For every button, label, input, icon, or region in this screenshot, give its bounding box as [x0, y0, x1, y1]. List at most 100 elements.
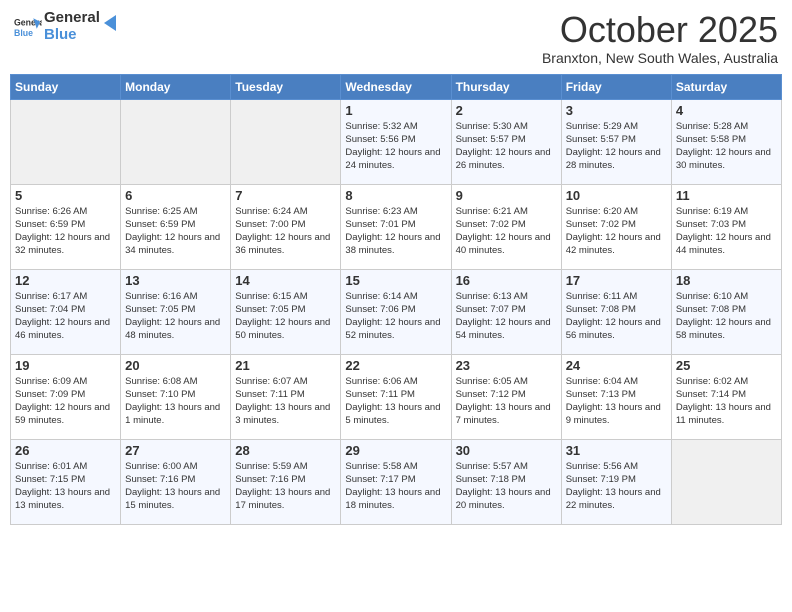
location: Branxton, New South Wales, Australia	[542, 50, 778, 66]
day-number: 21	[235, 358, 336, 373]
day-number: 18	[676, 273, 777, 288]
day-cell: 24Sunrise: 6:04 AMSunset: 7:13 PMDayligh…	[561, 354, 671, 439]
day-number: 31	[566, 443, 667, 458]
day-number: 23	[456, 358, 557, 373]
title-block: October 2025 Branxton, New South Wales, …	[542, 10, 778, 66]
day-cell: 30Sunrise: 5:57 AMSunset: 7:18 PMDayligh…	[451, 439, 561, 524]
day-info: Sunrise: 5:58 AMSunset: 7:17 PMDaylight:…	[345, 460, 446, 513]
svg-text:Blue: Blue	[14, 27, 33, 37]
day-cell: 9Sunrise: 6:21 AMSunset: 7:02 PMDaylight…	[451, 184, 561, 269]
day-info: Sunrise: 5:28 AMSunset: 5:58 PMDaylight:…	[676, 120, 777, 173]
day-number: 2	[456, 103, 557, 118]
day-number: 29	[345, 443, 446, 458]
day-number: 12	[15, 273, 116, 288]
calendar-table: SundayMondayTuesdayWednesdayThursdayFrid…	[10, 74, 782, 525]
day-number: 8	[345, 188, 446, 203]
day-number: 27	[125, 443, 226, 458]
logo: General Blue General Blue	[14, 10, 124, 43]
day-cell: 2 Sunrise: 5:30 AMSunset: 5:57 PMDaylight…	[451, 99, 561, 184]
day-info: Sunrise: 6:26 AMSunset: 6:59 PMDaylight:…	[15, 205, 116, 258]
day-info: Sunrise: 6:19 AMSunset: 7:03 PMDaylight:…	[676, 205, 777, 258]
logo-arrow-icon	[104, 13, 124, 33]
day-number: 11	[676, 188, 777, 203]
weekday-header-wednesday: Wednesday	[341, 74, 451, 99]
day-cell: 28Sunrise: 5:59 AMSunset: 7:16 PMDayligh…	[231, 439, 341, 524]
weekday-header-monday: Monday	[121, 74, 231, 99]
weekday-header-sunday: Sunday	[11, 74, 121, 99]
month-title: October 2025	[542, 10, 778, 50]
day-info: Sunrise: 6:09 AMSunset: 7:09 PMDaylight:…	[15, 375, 116, 428]
day-number: 17	[566, 273, 667, 288]
weekday-header-thursday: Thursday	[451, 74, 561, 99]
day-cell: 18 Sunrise: 6:10 AMSunset: 7:08 PMDayligh…	[671, 269, 781, 354]
day-cell	[121, 99, 231, 184]
day-info: Sunrise: 6:20 AMSunset: 7:02 PMDaylight:…	[566, 205, 667, 258]
day-cell: 3Sunrise: 5:29 AMSunset: 5:57 PMDaylight…	[561, 99, 671, 184]
day-cell: 21Sunrise: 6:07 AMSunset: 7:11 PMDayligh…	[231, 354, 341, 439]
day-info: Sunrise: 6:23 AMSunset: 7:01 PMDaylight:…	[345, 205, 446, 258]
day-number: 4	[676, 103, 777, 118]
day-info: Sunrise: 6:00 AMSunset: 7:16 PMDaylight:…	[125, 460, 226, 513]
day-cell: 26Sunrise: 6:01 AMSunset: 7:15 PMDayligh…	[11, 439, 121, 524]
day-number: 28	[235, 443, 336, 458]
day-cell	[671, 439, 781, 524]
day-info: Sunrise: 6:17 AMSunset: 7:04 PMDaylight:…	[15, 290, 116, 343]
day-cell: 25 Sunrise: 6:02 AMSunset: 7:14 PMDayligh…	[671, 354, 781, 439]
weekday-header-friday: Friday	[561, 74, 671, 99]
weekday-header-row: SundayMondayTuesdayWednesdayThursdayFrid…	[11, 74, 782, 99]
day-info: Sunrise: 5:30 AMSunset: 5:57 PMDaylight:…	[456, 120, 557, 173]
day-info: Sunrise: 6:05 AMSunset: 7:12 PMDaylight:…	[456, 375, 557, 428]
day-number: 16	[456, 273, 557, 288]
day-cell: 16 Sunrise: 6:13 AMSunset: 7:07 PMDayligh…	[451, 269, 561, 354]
day-number: 3	[566, 103, 667, 118]
day-info: Sunrise: 6:02 AMSunset: 7:14 PMDaylight:…	[676, 375, 777, 428]
day-info: Sunrise: 6:06 AMSunset: 7:11 PMDaylight:…	[345, 375, 446, 428]
day-info: Sunrise: 5:56 AMSunset: 7:19 PMDaylight:…	[566, 460, 667, 513]
logo-icon: General Blue	[14, 13, 42, 41]
day-cell: 20Sunrise: 6:08 AMSunset: 7:10 PMDayligh…	[121, 354, 231, 439]
day-cell: 27 Sunrise: 6:00 AMSunset: 7:16 PMDayligh…	[121, 439, 231, 524]
day-info: Sunrise: 6:10 AMSunset: 7:08 PMDaylight:…	[676, 290, 777, 343]
day-info: Sunrise: 6:13 AMSunset: 7:07 PMDaylight:…	[456, 290, 557, 343]
week-row-1: 1Sunrise: 5:32 AMSunset: 5:56 PMDaylight…	[11, 99, 782, 184]
day-info: Sunrise: 6:01 AMSunset: 7:15 PMDaylight:…	[15, 460, 116, 513]
day-cell: 29 Sunrise: 5:58 AMSunset: 7:17 PMDayligh…	[341, 439, 451, 524]
day-info: Sunrise: 6:15 AMSunset: 7:05 PMDaylight:…	[235, 290, 336, 343]
week-row-5: 26Sunrise: 6:01 AMSunset: 7:15 PMDayligh…	[11, 439, 782, 524]
day-info: Sunrise: 6:11 AMSunset: 7:08 PMDaylight:…	[566, 290, 667, 343]
logo-general: General	[44, 10, 100, 27]
day-number: 5	[15, 188, 116, 203]
day-number: 22	[345, 358, 446, 373]
day-cell: 4 Sunrise: 5:28 AMSunset: 5:58 PMDaylight…	[671, 99, 781, 184]
week-row-3: 12 Sunrise: 6:17 AMSunset: 7:04 PMDayligh…	[11, 269, 782, 354]
day-number: 20	[125, 358, 226, 373]
day-cell: 12 Sunrise: 6:17 AMSunset: 7:04 PMDayligh…	[11, 269, 121, 354]
day-number: 19	[15, 358, 116, 373]
day-info: Sunrise: 6:16 AMSunset: 7:05 PMDaylight:…	[125, 290, 226, 343]
day-cell: 8 Sunrise: 6:23 AMSunset: 7:01 PMDaylight…	[341, 184, 451, 269]
day-cell: 1Sunrise: 5:32 AMSunset: 5:56 PMDaylight…	[341, 99, 451, 184]
day-cell: 19 Sunrise: 6:09 AMSunset: 7:09 PMDayligh…	[11, 354, 121, 439]
day-number: 1	[345, 103, 446, 118]
day-info: Sunrise: 6:25 AMSunset: 6:59 PMDaylight:…	[125, 205, 226, 258]
day-number: 10	[566, 188, 667, 203]
day-cell: 23 Sunrise: 6:05 AMSunset: 7:12 PMDayligh…	[451, 354, 561, 439]
page-header: General Blue General Blue October 2025 B…	[10, 10, 782, 66]
day-number: 25	[676, 358, 777, 373]
weekday-header-tuesday: Tuesday	[231, 74, 341, 99]
day-number: 15	[345, 273, 446, 288]
day-number: 24	[566, 358, 667, 373]
day-cell: 5 Sunrise: 6:26 AMSunset: 6:59 PMDaylight…	[11, 184, 121, 269]
week-row-2: 5 Sunrise: 6:26 AMSunset: 6:59 PMDaylight…	[11, 184, 782, 269]
logo-blue: Blue	[44, 27, 100, 44]
weekday-header-saturday: Saturday	[671, 74, 781, 99]
day-number: 13	[125, 273, 226, 288]
day-cell	[11, 99, 121, 184]
day-cell: 22 Sunrise: 6:06 AMSunset: 7:11 PMDayligh…	[341, 354, 451, 439]
day-cell: 14Sunrise: 6:15 AMSunset: 7:05 PMDayligh…	[231, 269, 341, 354]
day-number: 6	[125, 188, 226, 203]
day-number: 30	[456, 443, 557, 458]
day-cell: 6 Sunrise: 6:25 AMSunset: 6:59 PMDaylight…	[121, 184, 231, 269]
day-cell: 31 Sunrise: 5:56 AMSunset: 7:19 PMDayligh…	[561, 439, 671, 524]
day-info: Sunrise: 6:24 AMSunset: 7:00 PMDaylight:…	[235, 205, 336, 258]
